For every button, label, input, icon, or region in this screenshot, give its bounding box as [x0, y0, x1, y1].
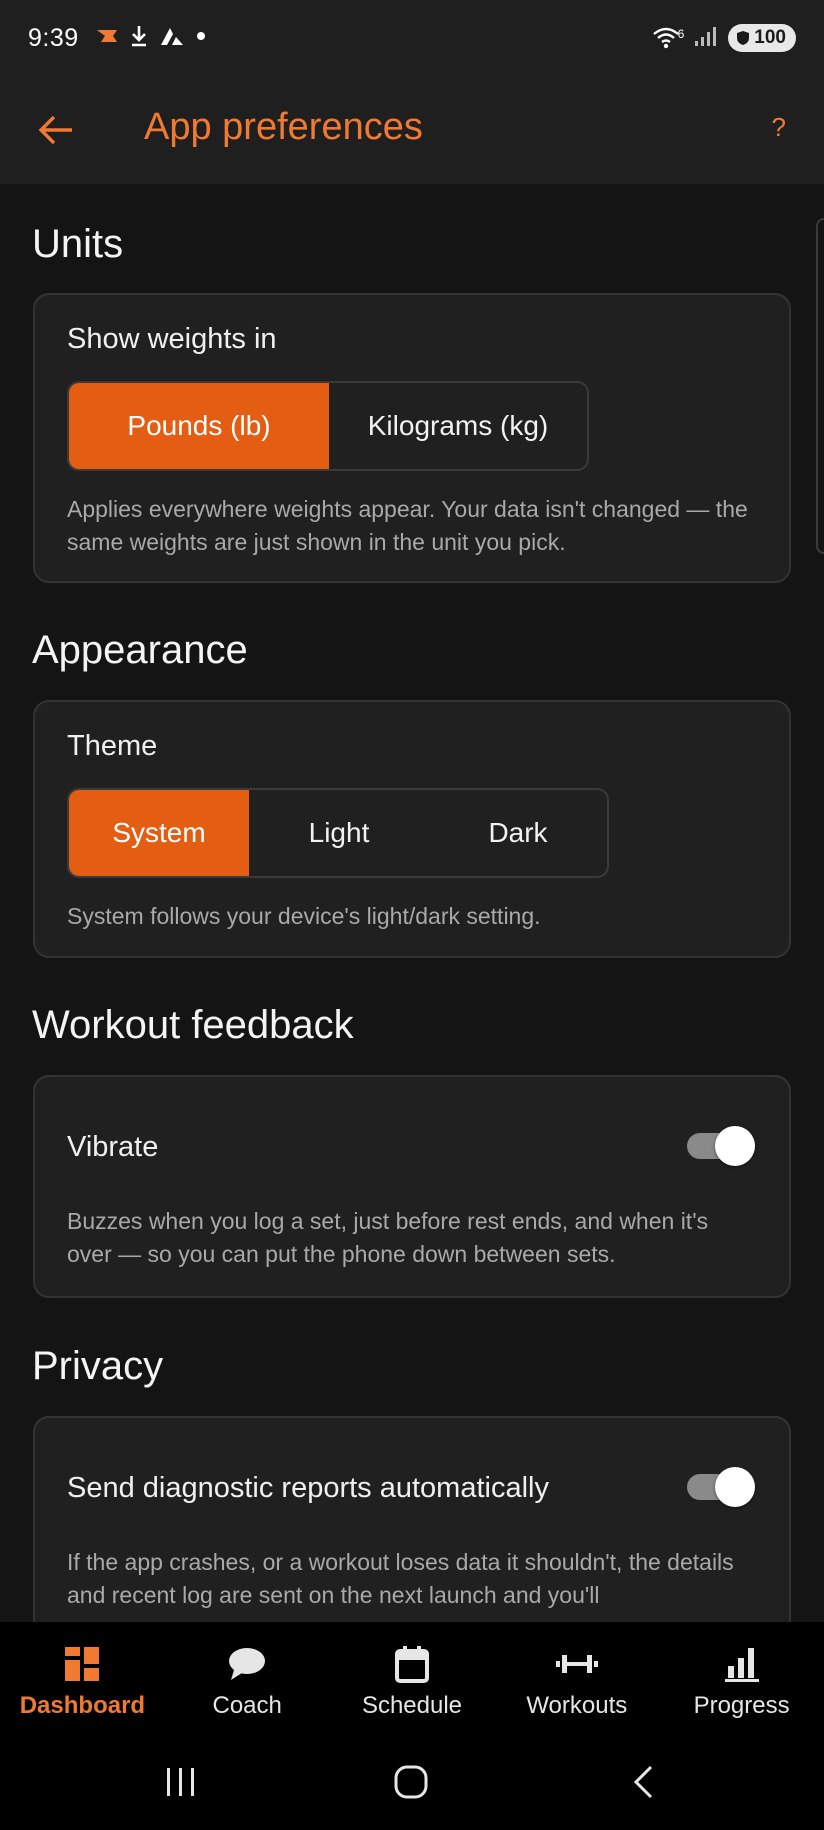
- status-time: 9:39: [28, 23, 79, 52]
- dumbbell-icon: [555, 1642, 599, 1686]
- back-button[interactable]: [30, 104, 82, 156]
- page-title: App preferences: [144, 106, 423, 148]
- status-right-icons: 6 100: [652, 24, 796, 52]
- nav-progress-label: Progress: [693, 1692, 790, 1719]
- help-button[interactable]: ?: [772, 112, 786, 143]
- back-icon: [633, 1765, 653, 1799]
- nav-dashboard[interactable]: Dashboard: [0, 1622, 165, 1732]
- dot-icon: [195, 29, 207, 47]
- section-title-privacy: Privacy: [32, 1344, 164, 1388]
- download-icon: [129, 24, 149, 53]
- battery-icon: 100: [728, 24, 796, 52]
- bar-chart-icon: [724, 1642, 760, 1686]
- theme-segmented-control: System Light Dark: [67, 788, 609, 878]
- units-segmented-control: Pounds (lb) Kilograms (kg): [67, 381, 589, 471]
- scroll-indicator: [816, 218, 824, 554]
- vibrate-label: Vibrate: [67, 1131, 159, 1163]
- units-card: Show weights in Pounds (lb) Kilograms (k…: [33, 293, 791, 583]
- vibrate-description: Buzzes when you log a set, just before r…: [67, 1208, 709, 1267]
- theme-option-light[interactable]: Light: [249, 790, 429, 876]
- app-notification-icon: [95, 25, 119, 52]
- nav-coach[interactable]: Coach: [165, 1622, 330, 1732]
- bottom-nav: Dashboard Coach Schedule Workouts Progre…: [0, 1622, 824, 1732]
- workout-feedback-card: Vibrate Buzzes when you log a set, just …: [33, 1075, 791, 1298]
- units-label: Show weights in: [67, 323, 277, 355]
- home-icon: [394, 1765, 428, 1799]
- nav-workouts-label: Workouts: [526, 1692, 628, 1719]
- vibrate-toggle-knob: [715, 1126, 755, 1166]
- nav-schedule-label: Schedule: [361, 1692, 463, 1719]
- signal-icon: [694, 25, 718, 52]
- units-description: Applies everywhere weights appear. Your …: [67, 496, 748, 555]
- dashboard-icon: [64, 1642, 100, 1686]
- chat-bubble-icon: [228, 1642, 266, 1686]
- wifi-icon: 6: [652, 27, 685, 49]
- preferences-content[interactable]: Units Show weights in Pounds (lb) Kilogr…: [0, 184, 824, 1622]
- arrow-left-icon: [38, 115, 72, 145]
- theme-description: System follows your device's light/dark …: [67, 903, 541, 929]
- nav-coach-label: Coach: [212, 1692, 282, 1719]
- units-option-pounds[interactable]: Pounds (lb): [69, 383, 329, 469]
- app-bar: App preferences ?: [0, 76, 824, 184]
- status-bar: 9:39 6 100: [0, 0, 824, 76]
- diagnostics-label: Send diagnostic reports automatically: [67, 1472, 549, 1504]
- status-notification-icons: [95, 24, 207, 53]
- recents-icon: [167, 1768, 194, 1796]
- system-nav-bar: [0, 1732, 824, 1830]
- diagnostics-description: If the app crashes, or a workout loses d…: [67, 1549, 734, 1608]
- diagnostics-toggle[interactable]: [687, 1467, 755, 1507]
- system-back-button[interactable]: [618, 1762, 668, 1802]
- section-title-workout-feedback: Workout feedback: [32, 1003, 354, 1047]
- theme-option-dark[interactable]: Dark: [429, 790, 607, 876]
- app-a-icon: [159, 25, 185, 52]
- nav-workouts[interactable]: Workouts: [494, 1622, 659, 1732]
- nav-dashboard-label: Dashboard: [19, 1692, 146, 1719]
- nav-schedule[interactable]: Schedule: [330, 1622, 495, 1732]
- vibrate-toggle[interactable]: [687, 1126, 755, 1166]
- wifi-badge: 6: [677, 27, 685, 41]
- appearance-card: Theme System Light Dark System follows y…: [33, 700, 791, 958]
- recents-button[interactable]: [156, 1762, 206, 1802]
- nav-progress[interactable]: Progress: [659, 1622, 824, 1732]
- home-button[interactable]: [386, 1762, 436, 1802]
- section-title-units: Units: [32, 222, 124, 266]
- privacy-card: Send diagnostic reports automatically If…: [33, 1416, 791, 1622]
- section-title-appearance: Appearance: [32, 628, 248, 672]
- theme-label: Theme: [67, 730, 158, 762]
- theme-option-system[interactable]: System: [69, 790, 249, 876]
- battery-level: 100: [754, 27, 786, 48]
- units-option-kilograms[interactable]: Kilograms (kg): [329, 383, 587, 469]
- calendar-icon: [394, 1642, 429, 1686]
- diagnostics-toggle-knob: [715, 1467, 755, 1507]
